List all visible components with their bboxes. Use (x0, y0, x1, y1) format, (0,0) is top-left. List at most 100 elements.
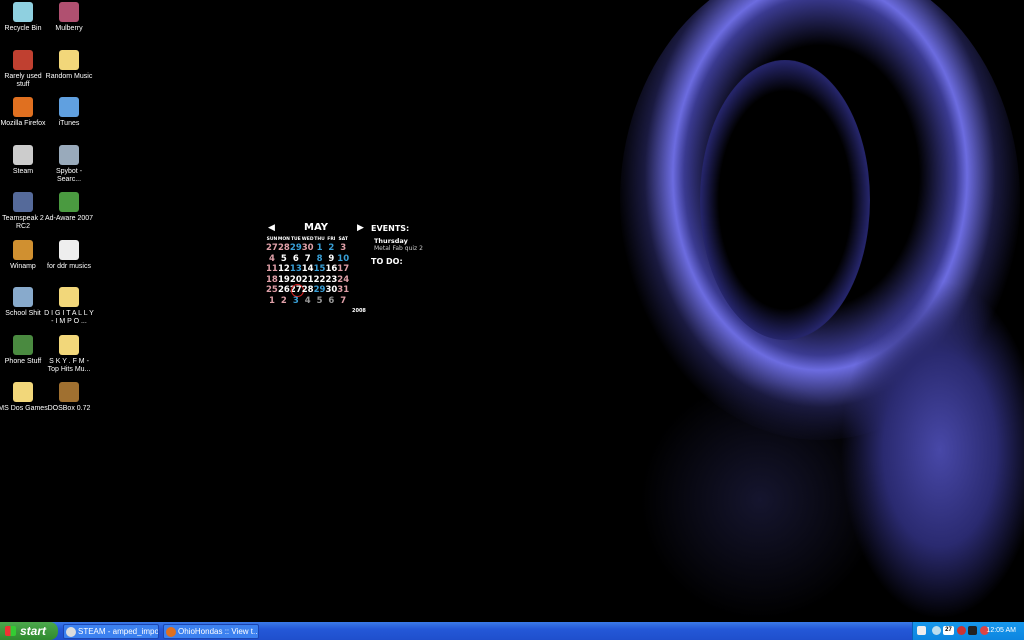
next-month-arrow-icon[interactable]: ▶ (357, 223, 364, 233)
dosbox-icon (59, 382, 79, 402)
calendar-day-today[interactable]: 27 (290, 284, 304, 297)
adaware-icon (59, 192, 79, 212)
calendar-day[interactable]: 2 (278, 296, 290, 307)
calendar-day[interactable]: 1 (314, 243, 326, 254)
calendar-day[interactable]: 15 (314, 264, 326, 275)
calendar-day[interactable]: 18 (266, 275, 278, 286)
calendar-day[interactable]: 28 (302, 285, 314, 296)
calendar-day[interactable]: 26 (278, 285, 290, 296)
calendar-day[interactable]: 1 (266, 296, 278, 307)
folder-icon (59, 334, 79, 355)
show-hidden-icons-chevron-icon[interactable] (932, 626, 941, 635)
calendar-day[interactable]: 8 (314, 254, 326, 265)
taskbar-button-steam[interactable]: STEAM - amped_imports (63, 624, 159, 639)
calendar-tray-icon[interactable]: 27 (943, 626, 954, 635)
desktop-icon[interactable]: Rarely used stuff (0, 49, 49, 89)
calendar-day[interactable]: 21 (302, 275, 314, 286)
desktop-icon-label: Mulberry (55, 25, 83, 32)
events-panel: EVENTS: Thursday Metal Fab quiz 2 TO DO: (371, 224, 441, 266)
desktop-icon[interactable]: Mozilla Firefox (0, 97, 49, 128)
desktop-icon[interactable]: Recycle Bin (0, 2, 49, 33)
calendar-day[interactable]: 17 (337, 264, 349, 275)
desktop-icon[interactable]: Steam (0, 144, 49, 176)
weekday-header: SAT (338, 236, 348, 242)
calendar-day[interactable]: 31 (337, 285, 349, 296)
weekday-header: SUN (266, 236, 278, 242)
desktop-icon[interactable]: Spybot - Searc... (43, 144, 95, 184)
calendar-day[interactable]: 6 (325, 296, 337, 307)
clock[interactable]: 12:05 AM (986, 622, 1016, 640)
calendar-day[interactable]: 22 (314, 275, 326, 286)
calendar-day[interactable]: 12 (278, 264, 290, 275)
calendar-day[interactable]: 4 (302, 296, 314, 307)
windows-logo-icon (5, 626, 16, 636)
calendar-day[interactable]: 24 (337, 275, 349, 286)
calendar-year: 2008 (352, 308, 366, 314)
calendar-day[interactable]: 2 (325, 243, 337, 254)
desktop-icon[interactable]: MS Dos Games (0, 382, 49, 413)
calendar-day[interactable]: 7 (337, 296, 349, 307)
calendar-day[interactable]: 5 (314, 296, 326, 307)
calendar-day[interactable]: 23 (325, 275, 337, 286)
calendar-grid: SUN MON TUE WED THU FRI SAT 27 28 29 30 1 2 3 4 5 6 7 8 9 1… (266, 235, 349, 306)
calendar-day[interactable]: 5 (278, 254, 290, 265)
desktop-icon[interactable]: Phone Stuff (0, 334, 49, 366)
calendar-day[interactable]: 29 (290, 243, 302, 254)
calendar-day[interactable]: 4 (266, 254, 278, 265)
calendar-week: 25 26 27 28 29 30 31 (266, 284, 349, 297)
antivirus-icon[interactable] (957, 626, 966, 635)
steam-icon (13, 144, 33, 165)
calendar-day[interactable]: 11 (266, 264, 278, 275)
calendar-day[interactable]: 3 (290, 296, 302, 307)
calendar-week: 11 12 13 14 15 16 17 (266, 264, 349, 275)
start-button[interactable]: start (0, 622, 58, 640)
desktop-icon-label: Mozilla Firefox (0, 120, 46, 127)
desktop-icon[interactable]: Ad-Aware 2007 (43, 192, 95, 223)
desktop-icon-label: S K Y . F M - Top Hits Mu... (47, 357, 91, 373)
weekday-header: THU (314, 236, 325, 242)
calendar-day[interactable]: 10 (337, 254, 349, 265)
desktop-icon[interactable]: Mulberry (43, 2, 95, 33)
calendar-day[interactable]: 9 (325, 254, 337, 265)
todo-heading: TO DO: (371, 257, 403, 266)
event-day: Thursday (374, 237, 408, 245)
desktop-icon[interactable]: Teamspeak 2 RC2 (0, 192, 49, 231)
calendar-day[interactable]: 29 (314, 285, 326, 296)
desktop-icon[interactable]: S K Y . F M - Top Hits Mu... (43, 334, 95, 374)
calendar-week: 27 28 29 30 1 2 3 (266, 243, 349, 254)
recycle-bin-icon (13, 2, 33, 22)
calendar-day[interactable]: 27 (266, 243, 278, 254)
calendar-week: 18 19 20 21 22 23 24 (266, 275, 349, 286)
event-item[interactable]: Metal Fab quiz 2 (374, 245, 441, 252)
desktop-icon[interactable]: Random Music (43, 49, 95, 81)
calendar-day[interactable]: 19 (278, 275, 290, 286)
calendar-day[interactable]: 30 (302, 243, 314, 254)
help-icon[interactable] (917, 626, 926, 635)
firefox-icon (166, 627, 176, 637)
calendar-day[interactable]: 3 (337, 243, 349, 254)
steam-tray-icon[interactable] (968, 626, 977, 635)
calendar-day[interactable]: 16 (325, 264, 337, 275)
archive-icon (13, 49, 33, 70)
taskbar-button-firefox[interactable]: OhioHondas :: View t... (163, 624, 259, 639)
spybot-icon (59, 144, 79, 165)
desktop-icon[interactable]: School Shit (0, 287, 49, 318)
calendar-day[interactable]: 6 (290, 254, 302, 265)
calendar-day[interactable]: 13 (290, 264, 302, 275)
calendar-day[interactable]: 14 (302, 264, 314, 275)
calendar-day[interactable]: 25 (266, 285, 278, 296)
document-icon (59, 239, 79, 260)
desktop-icon[interactable]: for ddr musics (43, 239, 95, 271)
desktop-icon[interactable]: Winamp (0, 239, 49, 271)
weekday-header: TUE (290, 236, 301, 242)
desktop-icon[interactable]: D I G I T A L L Y - I M P O ... (43, 287, 95, 326)
desktop-icon[interactable]: DOSBox 0.72 (43, 382, 95, 413)
desktop-icon[interactable]: iTunes (43, 97, 95, 128)
desktop-icon-label: Recycle Bin (4, 25, 42, 32)
calendar-day[interactable]: 7 (302, 254, 314, 265)
desktop-wallpaper (0, 0, 1024, 622)
calendar-day[interactable]: 28 (278, 243, 290, 254)
desktop-icon-label: Random Music (45, 72, 93, 80)
weekday-header: MON (277, 236, 290, 242)
calendar-day[interactable]: 30 (325, 285, 337, 296)
